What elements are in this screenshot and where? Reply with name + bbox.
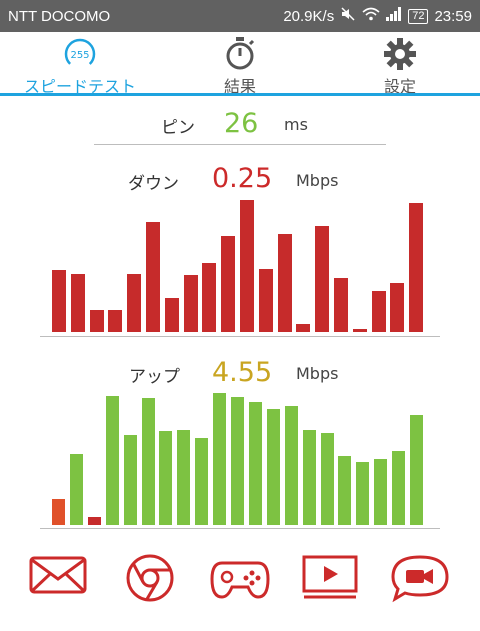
chart-bar <box>315 226 329 332</box>
video-chat-icon <box>391 555 449 603</box>
chart-bar <box>177 430 190 525</box>
download-value: 0.25 <box>212 163 273 194</box>
game-app-button[interactable] <box>205 553 275 613</box>
chart-bar <box>213 393 226 525</box>
chart-bar <box>267 409 280 525</box>
upload-value: 4.55 <box>212 357 273 388</box>
download-unit: Mbps <box>296 171 339 190</box>
svg-text:255: 255 <box>70 50 89 61</box>
download-chart <box>52 200 428 332</box>
wifi-icon <box>362 7 380 25</box>
chart-bar <box>159 431 172 525</box>
tab-bar: 255 スピードテスト 結果 設定 <box>0 32 480 96</box>
chart-bar <box>285 406 298 525</box>
divider <box>40 528 440 529</box>
tab-indicator <box>0 93 480 96</box>
mute-icon <box>340 6 356 26</box>
chart-bar <box>356 462 369 525</box>
ping-unit: ms <box>284 115 308 134</box>
status-bar: NTT DOCOMO 20.9K/s 72 23:59 <box>0 0 480 32</box>
tab-settings[interactable]: 設定 <box>320 32 480 96</box>
chart-bar <box>127 274 141 332</box>
browser-icon <box>126 554 174 602</box>
gear-icon <box>384 38 416 70</box>
chart-bar <box>338 456 351 525</box>
chart-bar <box>353 329 367 332</box>
tab-results[interactable]: 結果 <box>160 32 320 96</box>
chart-bar <box>240 200 254 332</box>
speedometer-icon: 255 <box>64 38 96 70</box>
chart-bar <box>278 234 292 332</box>
upload-chart <box>52 393 428 525</box>
chart-bar <box>303 430 316 525</box>
video-player-icon <box>302 555 358 599</box>
chart-bar <box>195 438 208 525</box>
signal-icon <box>386 7 402 25</box>
mail-icon <box>29 556 87 594</box>
download-label: ダウン <box>128 174 179 194</box>
carrier-name: NTT DOCOMO <box>8 8 111 25</box>
upload-label: アップ <box>129 367 180 387</box>
tab-speedtest[interactable]: 255 スピードテスト <box>0 32 160 96</box>
ping-label: ピン <box>161 118 195 138</box>
chart-bar <box>90 310 104 332</box>
chart-bar <box>374 459 387 525</box>
chart-bar <box>124 435 137 525</box>
chart-bar <box>296 324 310 332</box>
chart-bar <box>106 396 119 525</box>
chart-bar <box>184 275 198 332</box>
app-shortcuts <box>0 553 480 613</box>
chart-bar <box>259 269 273 332</box>
chart-bar <box>409 203 423 332</box>
upload-unit: Mbps <box>296 364 339 383</box>
chart-bar <box>410 415 423 525</box>
video-chat-app-button[interactable] <box>385 553 455 613</box>
chart-bar <box>392 451 405 525</box>
chart-bar <box>221 236 235 332</box>
ping-value: 26 <box>224 108 259 139</box>
chart-bar <box>165 298 179 332</box>
divider <box>94 144 386 145</box>
battery-icon: 72 <box>408 8 429 24</box>
divider <box>40 336 440 337</box>
clock: 23:59 <box>434 7 472 25</box>
network-speed: 20.9K/s <box>283 7 335 25</box>
chart-bar <box>390 283 404 332</box>
gamepad-icon <box>210 561 270 599</box>
chart-bar <box>142 398 155 525</box>
chart-bar <box>146 222 160 332</box>
chart-bar <box>52 499 65 525</box>
stopwatch-icon <box>226 37 255 70</box>
chart-bar <box>334 278 348 332</box>
chart-bar <box>70 454 83 525</box>
chart-bar <box>71 274 85 332</box>
chart-bar <box>202 263 216 332</box>
chart-bar <box>321 433 334 525</box>
mail-app-button[interactable] <box>23 553 93 613</box>
chart-bar <box>231 397 244 525</box>
chart-bar <box>108 310 122 332</box>
chart-bar <box>52 270 66 332</box>
video-app-button[interactable] <box>295 553 365 613</box>
browser-app-button[interactable] <box>115 553 185 613</box>
chart-bar <box>249 402 262 525</box>
chart-bar <box>372 291 386 332</box>
chart-bar <box>88 517 101 525</box>
